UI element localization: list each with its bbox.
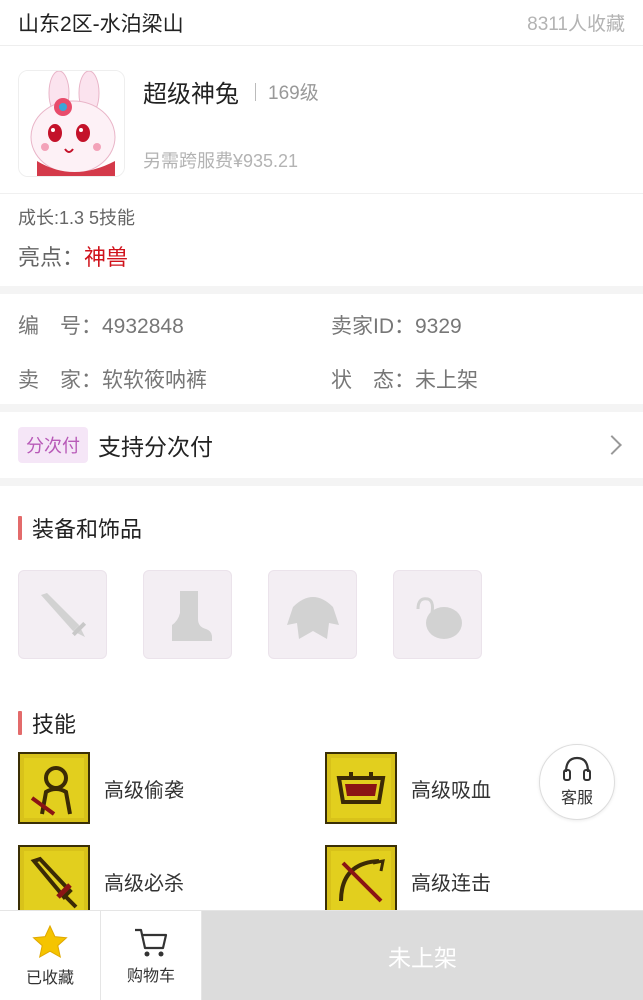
equipment-title: 装备和饰品 (32, 517, 143, 542)
seller: 卖 家：软软筱呐裤 (18, 364, 331, 394)
seller-id-value: 9329 (415, 315, 462, 338)
equipment-slots (0, 570, 643, 659)
listing-info: 编 号：4932848 卖家ID：9329 卖 家：软软筱呐裤 状 态：未上架 (0, 294, 643, 404)
status-label: 状 态： (331, 369, 415, 392)
cart-icon (135, 928, 168, 956)
seller-label: 卖 家： (18, 369, 102, 392)
cross-server-fee: 另需跨服费¥935.21 (143, 151, 299, 171)
accessory-icon[interactable] (393, 570, 482, 659)
armor-icon[interactable] (268, 570, 357, 659)
title-accent-bar (18, 516, 22, 540)
star-icon (32, 924, 68, 958)
pet-level: 169级 (268, 83, 319, 104)
sword-icon[interactable] (18, 570, 107, 659)
highlight-label: 亮点： (18, 245, 85, 270)
skill-critical[interactable]: 高级必杀 (18, 845, 184, 917)
pet-name: 超级神兔 (143, 81, 239, 108)
equipment-section-title: 装备和饰品 (0, 512, 643, 544)
installment-text: 支持分次付 (98, 434, 213, 460)
skill-combo[interactable]: 高级连击 (325, 845, 491, 917)
skill-name: 高级吸血 (411, 779, 491, 802)
pet-growth: 成长:1.3 5技能 (18, 208, 136, 228)
divider (255, 82, 256, 101)
skill-vampire[interactable]: 高级吸血 (325, 752, 491, 824)
pet-summary[interactable]: 超级神兔 169级 另需跨服费¥935.21 (0, 46, 643, 194)
section-divider (0, 404, 643, 412)
skill-name: 高级偷袭 (104, 779, 184, 802)
chevron-right-icon (602, 435, 622, 455)
installment-row[interactable]: 分次付 支持分次付 (0, 412, 643, 478)
pet-avatar[interactable] (18, 70, 125, 177)
bottom-bar: 已收藏 购物车 未上架 (0, 910, 643, 1000)
sneak-attack-icon (18, 752, 90, 824)
favorite-count: 8311人收藏 (527, 14, 625, 35)
buy-button-disabled[interactable]: 未上架 (202, 911, 643, 1000)
status-value: 未上架 (415, 369, 478, 392)
combo-icon (325, 845, 397, 917)
listing-id-label: 编 号： (18, 315, 102, 338)
section-divider (0, 286, 643, 294)
seller-id-label: 卖家ID： (331, 315, 415, 338)
skill-name: 高级连击 (411, 872, 491, 895)
cart-button[interactable]: 购物车 (101, 911, 202, 1000)
highlight-value: 神兽 (84, 245, 129, 270)
listing-id: 编 号：4932848 (18, 310, 331, 340)
skill-name: 高级必杀 (104, 872, 184, 895)
seller-id: 卖家ID：9329 (331, 310, 625, 340)
server-name: 山东2区-水泊梁山 (18, 12, 184, 36)
listing-id-value: 4932848 (102, 315, 184, 338)
customer-service-button[interactable]: 客服 (539, 744, 615, 820)
title-accent-bar (18, 711, 22, 735)
boot-icon[interactable] (143, 570, 232, 659)
rabbit-avatar-icon (19, 71, 124, 176)
skills-section-title: 技能 (0, 707, 643, 739)
cart-label: 购物车 (126, 967, 175, 985)
critical-icon (18, 845, 90, 917)
favorite-label: 已收藏 (25, 969, 74, 987)
customer-service-label: 客服 (560, 790, 593, 807)
pet-info: 超级神兔 169级 另需跨服费¥935.21 (143, 70, 319, 177)
skill-sneak-attack[interactable]: 高级偷袭 (18, 752, 184, 824)
headset-icon (563, 756, 591, 781)
skills-title: 技能 (32, 712, 77, 737)
favorite-button[interactable]: 已收藏 (0, 911, 101, 1000)
pet-highlight: 亮点：神兽 (0, 230, 643, 286)
pet-name-row: 超级神兔 169级 (143, 74, 319, 109)
vampire-icon (325, 752, 397, 824)
section-divider (0, 478, 643, 486)
listing-status: 状 态：未上架 (331, 364, 625, 394)
installment-tag: 分次付 (18, 427, 88, 463)
seller-value: 软软筱呐裤 (102, 369, 207, 392)
header: 山东2区-水泊梁山 8311人收藏 (0, 0, 643, 46)
